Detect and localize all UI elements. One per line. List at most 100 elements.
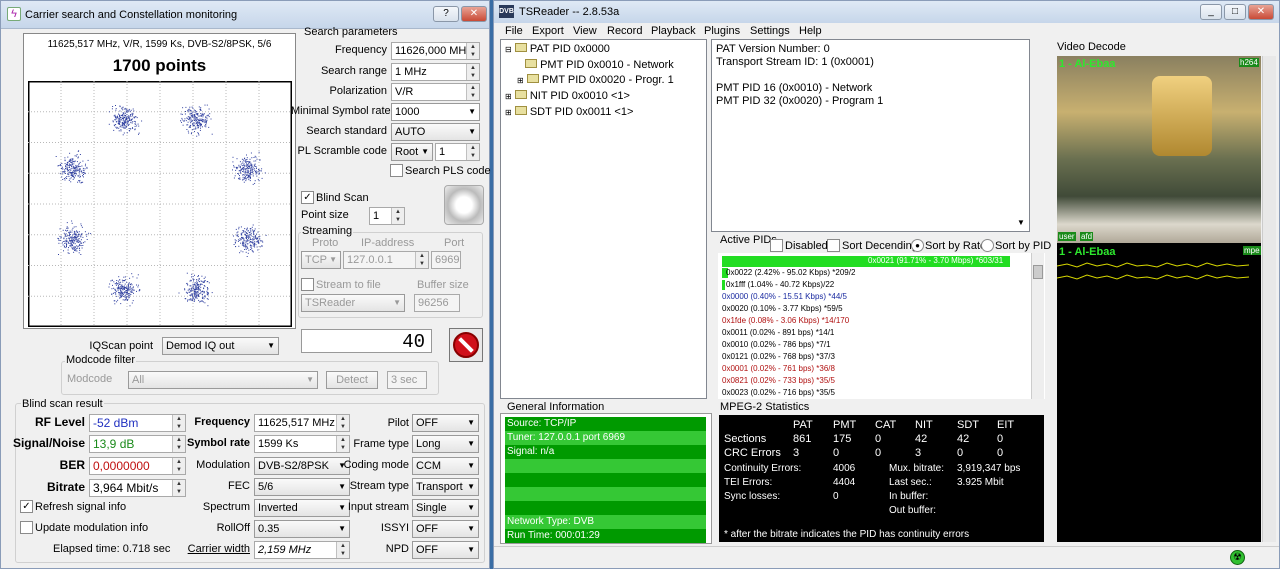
constellation-point xyxy=(60,236,62,238)
pid-row[interactable]: 0x1fde (0.08% - 3.06 Kbps) *14/170 xyxy=(722,316,849,325)
fec-select[interactable]: 5/6 ▼ xyxy=(254,478,350,496)
polarization-select[interactable]: V/R ▲ ▼ xyxy=(391,83,480,101)
scan-logo-button[interactable] xyxy=(444,185,484,225)
menu-export[interactable]: Export xyxy=(532,25,564,37)
sort-rate-radio[interactable]: ● xyxy=(911,239,924,252)
minimize-button[interactable]: _ xyxy=(1200,4,1222,20)
constellation-point xyxy=(76,169,78,171)
scroll-down-arrow[interactable]: ▼ xyxy=(1017,218,1025,227)
sr-value-text: 1599 Ks xyxy=(258,438,299,450)
inbuf-label: In buffer: xyxy=(889,491,929,502)
pid-row[interactable]: 0x0010 (0.02% - 786 bps) *7/1 xyxy=(722,340,831,349)
point-size-input[interactable]: 1 ▲ ▼ xyxy=(369,207,405,225)
detect-button[interactable]: Detect xyxy=(326,371,378,389)
tree-node[interactable]: ⊞ SDT PID 0x0011 <1> xyxy=(505,106,633,118)
menu-playback[interactable]: Playback xyxy=(651,25,696,37)
tsreader-close-button[interactable]: ✕ xyxy=(1248,4,1274,20)
constellation-point xyxy=(250,174,251,176)
menu-settings[interactable]: Settings xyxy=(750,25,790,37)
spectrum-select[interactable]: Inverted ▼ xyxy=(254,499,350,517)
constellation-point xyxy=(121,288,123,290)
menu-plugins[interactable]: Plugins xyxy=(704,25,740,37)
pid-row[interactable]: 0x0021 (91.71% - 3.70 Mbps) *603/31 xyxy=(868,256,1003,265)
range-spin[interactable]: ▲ ▼ xyxy=(466,64,479,80)
pids-scrollbar[interactable] xyxy=(1031,253,1044,399)
target-select[interactable]: TSReader ▼ xyxy=(301,294,405,312)
tree-node[interactable]: ⊟ PAT PID 0x0000 xyxy=(505,43,610,55)
min-sr-select[interactable]: 1000 ▼ xyxy=(391,103,480,121)
constellation-point xyxy=(122,113,124,115)
codec-badge: h264 xyxy=(1239,58,1259,67)
buffer-input[interactable]: 96256 xyxy=(414,294,460,312)
audio-waveform xyxy=(1057,262,1250,280)
npd-select[interactable]: OFF ▼ xyxy=(412,541,479,559)
modcode-select[interactable]: All ▼ xyxy=(128,371,318,389)
ip-spin[interactable]: ▲ ▼ xyxy=(415,252,428,268)
blind-scan-checkbox[interactable]: ✓ xyxy=(301,191,314,204)
video-scrollbar[interactable] xyxy=(1262,56,1276,542)
mod-select[interactable]: DVB-S2/8PSK ▼ xyxy=(254,457,350,475)
frequency-input[interactable]: 11626,000 MHz ▲ ▼ xyxy=(391,42,480,60)
proto-select[interactable]: TCP ▼ xyxy=(301,251,341,269)
standard-select[interactable]: AUTO ▼ xyxy=(391,123,480,141)
point-size-spin[interactable]: ▲ ▼ xyxy=(391,208,404,224)
disabled-checkbox[interactable] xyxy=(770,239,783,252)
pid-row[interactable]: 0x0000 (0.40% - 15.51 Kbps) *44/5 xyxy=(722,292,847,301)
pl-mode-select[interactable]: Root ▼ xyxy=(391,143,433,161)
polarization-spin[interactable]: ▲ ▼ xyxy=(466,84,479,100)
menu-file[interactable]: File xyxy=(505,25,523,37)
interval-input[interactable]: 3 sec xyxy=(387,371,427,389)
tree-node[interactable]: PMT PID 0x0010 - Network xyxy=(525,59,674,71)
pid-row[interactable]: 0x0001 (0.02% - 761 bps) *36/8 xyxy=(722,364,835,373)
stats-note: * after the bitrate indicates the PID ha… xyxy=(724,529,970,540)
coding-value: CCM xyxy=(416,460,442,472)
pilot-select[interactable]: OFF ▼ xyxy=(412,414,479,432)
issyi-select[interactable]: OFF ▼ xyxy=(412,520,479,538)
menu-record[interactable]: Record xyxy=(607,25,642,37)
pid-row[interactable]: 0x0121 (0.02% - 768 bps) *37/3 xyxy=(722,352,835,361)
tree-node[interactable]: ⊞ NIT PID 0x0010 <1> xyxy=(505,90,630,102)
menu-view[interactable]: View xyxy=(573,25,597,37)
stop-button[interactable] xyxy=(449,328,483,362)
constellation-point xyxy=(116,127,118,129)
close-button[interactable]: ✕ xyxy=(461,6,487,22)
sort-desc-checkbox[interactable] xyxy=(827,239,840,252)
input-select[interactable]: Single ▼ xyxy=(412,499,479,517)
frequency-spin[interactable]: ▲ ▼ xyxy=(466,43,479,59)
maximize-button[interactable]: □ xyxy=(1224,4,1246,20)
constellation-point xyxy=(236,158,238,160)
update-mod-checkbox[interactable] xyxy=(20,521,33,534)
iq-select[interactable]: Demod IQ out ▼ xyxy=(162,337,279,355)
menu-help[interactable]: Help xyxy=(799,25,822,37)
port-input[interactable]: 6969 xyxy=(431,251,461,269)
pl-spin[interactable]: ▲ ▼ xyxy=(466,144,479,160)
pl-value-input[interactable]: 1 ▲ ▼ xyxy=(435,143,480,161)
ip-value: 127.0.0.1 xyxy=(347,254,393,266)
constellation-point xyxy=(194,131,195,133)
ip-input[interactable]: 127.0.0.1 ▲ ▼ xyxy=(343,251,429,269)
constellation-point xyxy=(242,179,244,181)
search-pls-checkbox[interactable] xyxy=(390,164,403,177)
refresh-checkbox[interactable]: ✓ xyxy=(20,500,33,513)
constellation-point xyxy=(192,283,194,285)
pid-row[interactable]: 0x0020 (0.10% - 3.77 Kbps) *59/5 xyxy=(722,304,843,313)
tree-node[interactable]: ⊞ PMT PID 0x0020 - Progr. 1 xyxy=(517,74,674,86)
pid-row[interactable]: 0x0011 (0.02% - 891 bps) *14/1 xyxy=(722,328,834,337)
constellation-point xyxy=(119,288,121,290)
help-button[interactable]: ? xyxy=(433,6,459,22)
rolloff-select[interactable]: 0.35 ▼ xyxy=(254,520,350,538)
pid-row[interactable]: 0x0022 (2.42% - 95.02 Kbps) *209/2 xyxy=(726,268,855,277)
cw-label: Carrier width xyxy=(187,543,250,555)
stype-select[interactable]: Transport ▼ xyxy=(412,478,479,496)
pid-row[interactable]: 0x0023 (0.02% - 716 bps) *35/5 xyxy=(722,388,835,397)
pid-row[interactable]: 0x1fff (1.04% - 40.72 Kbps)/22 xyxy=(726,280,834,289)
pid-row[interactable]: 0x0821 (0.02% - 733 bps) *35/5 xyxy=(722,376,835,385)
range-input[interactable]: 1 MHz ▲ ▼ xyxy=(391,63,480,81)
constellation-point xyxy=(134,128,136,130)
sort-pid-radio[interactable] xyxy=(981,239,994,252)
constellation-point xyxy=(122,285,124,287)
coding-select[interactable]: CCM ▼ xyxy=(412,457,479,475)
constellation-point xyxy=(72,158,74,160)
frame-select[interactable]: Long ▼ xyxy=(412,435,479,453)
stream-to-file-checkbox[interactable] xyxy=(301,278,314,291)
